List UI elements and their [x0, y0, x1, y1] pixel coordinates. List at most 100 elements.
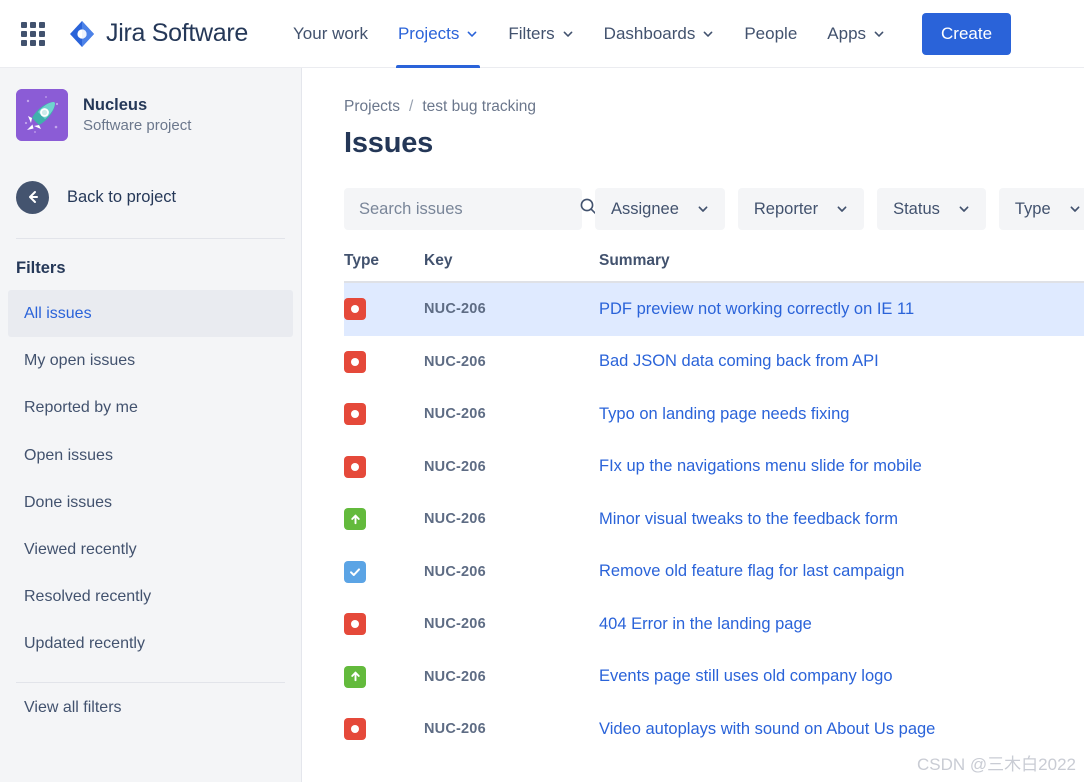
- chevron-down-icon: [873, 28, 885, 40]
- project-header[interactable]: Nucleus Software project: [0, 68, 301, 141]
- issues-table: Type Key Summary NUC-206 PDF preview not…: [344, 252, 1084, 756]
- table-row[interactable]: NUC-206 Remove old feature flag for last…: [344, 546, 1084, 599]
- sidebar-item-viewed-recently[interactable]: Viewed recently: [8, 526, 293, 573]
- filter-label: Assignee: [611, 199, 679, 218]
- sidebar-item-all-issues[interactable]: All issues: [8, 290, 293, 338]
- filter-dropdown-status[interactable]: Status: [877, 188, 986, 230]
- page-body: Nucleus Software project Back to project…: [0, 68, 1084, 782]
- issue-key: NUC-206: [424, 458, 486, 475]
- issue-type-bug-icon: [344, 298, 366, 321]
- nav-label: Apps: [827, 23, 867, 43]
- issue-summary-link[interactable]: 404 Error in the landing page: [599, 615, 812, 633]
- table-row[interactable]: NUC-206 FIx up the navigations menu slid…: [344, 441, 1084, 494]
- arrow-left-icon: [16, 180, 49, 214]
- chevron-down-icon: [836, 203, 848, 215]
- column-header-summary: Summary: [599, 252, 670, 269]
- breadcrumb-current-project[interactable]: test bug tracking: [422, 98, 536, 116]
- chevron-down-icon: [1069, 203, 1081, 215]
- main-nav-items: Your work Projects Filters Dashboards Pe…: [278, 0, 1012, 68]
- filter-dropdown-reporter[interactable]: Reporter: [737, 188, 865, 230]
- table-row[interactable]: NUC-206 404 Error in the landing page: [344, 598, 1084, 651]
- nav-label: Dashboards: [603, 23, 696, 43]
- filter-dropdown-assignee[interactable]: Assignee: [595, 188, 725, 230]
- nav-item-people[interactable]: People: [729, 0, 812, 68]
- issue-summary-link[interactable]: Minor visual tweaks to the feedback form: [599, 510, 898, 528]
- table-header-row: Type Key Summary: [344, 252, 1084, 283]
- column-header-key: Key: [424, 252, 453, 269]
- breadcrumb-separator: /: [409, 98, 414, 115]
- issue-type-task-icon: [344, 560, 366, 583]
- view-all-filters-link[interactable]: View all filters: [0, 683, 301, 717]
- issue-key: NUC-206: [424, 511, 486, 528]
- sidebar-filter-list: All issues My open issues Reported by me…: [0, 290, 301, 668]
- issue-type-bug-icon: [344, 350, 366, 373]
- issue-summary-link[interactable]: Typo on landing page needs fixing: [599, 405, 849, 423]
- table-row[interactable]: NUC-206 Minor visual tweaks to the feedb…: [344, 493, 1084, 546]
- nav-label: Your work: [293, 23, 368, 43]
- sidebar-item-reported-by-me[interactable]: Reported by me: [8, 384, 293, 431]
- issue-summary-link[interactable]: Remove old feature flag for last campaig…: [599, 562, 904, 580]
- nav-item-apps[interactable]: Apps: [812, 0, 900, 68]
- nav-item-projects[interactable]: Projects: [383, 0, 493, 68]
- table-row[interactable]: NUC-206 Typo on landing page needs fixin…: [344, 388, 1084, 441]
- issue-summary-link[interactable]: PDF preview not working correctly on IE …: [599, 300, 914, 318]
- jira-diamond-icon: [67, 19, 97, 49]
- nav-label: Filters: [508, 23, 555, 43]
- table-row[interactable]: NUC-206 Events page still uses old compa…: [344, 651, 1084, 704]
- chevron-down-icon: [697, 203, 709, 215]
- filter-label: Status: [893, 199, 940, 218]
- column-header-type: Type: [344, 252, 380, 269]
- nav-label: People: [744, 23, 798, 43]
- top-navigation-bar: Jira Software Your work Projects Filters…: [0, 0, 1084, 68]
- sidebar-item-resolved-recently[interactable]: Resolved recently: [8, 573, 293, 620]
- issue-key: NUC-206: [424, 721, 486, 738]
- project-name: Nucleus: [83, 95, 148, 114]
- create-button[interactable]: Create: [922, 12, 1012, 55]
- chevron-down-icon: [958, 203, 970, 215]
- issue-summary-link[interactable]: Events page still uses old company logo: [599, 667, 893, 685]
- jira-issues-page: Jira Software Your work Projects Filters…: [0, 0, 1084, 782]
- sidebar-item-updated-recently[interactable]: Updated recently: [8, 620, 293, 667]
- search-issues-box[interactable]: [344, 188, 597, 230]
- sidebar-item-open-issues[interactable]: Open issues: [8, 432, 293, 479]
- issue-type-bug-icon: [344, 613, 366, 636]
- issue-key: NUC-206: [424, 668, 486, 685]
- filter-label: Type: [1014, 199, 1051, 218]
- breadcrumb-projects[interactable]: Projects: [344, 98, 400, 116]
- nav-item-your-work[interactable]: Your work: [278, 0, 383, 68]
- nav-item-dashboards[interactable]: Dashboards: [589, 0, 730, 68]
- issue-summary-link[interactable]: Video autoplays with sound on About Us p…: [599, 720, 935, 738]
- filter-dropdown-type[interactable]: Type: [998, 188, 1084, 230]
- back-to-project-button[interactable]: Back to project: [0, 177, 301, 217]
- issues-filter-toolbar: Assignee Reporter Status: [344, 188, 1084, 230]
- back-to-project-label: Back to project: [67, 187, 177, 206]
- chevron-down-icon: [702, 28, 714, 40]
- nav-label: Projects: [397, 23, 460, 43]
- issue-type-bug-icon: [344, 718, 366, 741]
- grid-apps-icon[interactable]: [18, 19, 48, 49]
- chevron-down-icon: [562, 28, 574, 40]
- issue-summary-link[interactable]: Bad JSON data coming back from API: [599, 352, 879, 370]
- table-row[interactable]: NUC-206 PDF preview not working correctl…: [344, 283, 1084, 336]
- jira-software-logo[interactable]: Jira Software: [67, 19, 248, 49]
- issue-type-bug-icon: [344, 403, 366, 426]
- issue-key: NUC-206: [424, 406, 486, 423]
- sidebar-item-done-issues[interactable]: Done issues: [8, 479, 293, 526]
- page-title: Issues: [344, 127, 434, 159]
- filter-label: Reporter: [753, 199, 819, 218]
- project-sidebar: Nucleus Software project Back to project…: [0, 68, 302, 782]
- project-type: Software project: [83, 117, 192, 134]
- table-row[interactable]: NUC-206 Video autoplays with sound on Ab…: [344, 703, 1084, 756]
- issue-key: NUC-206: [424, 616, 486, 633]
- sidebar-section-title: Filters: [16, 259, 66, 277]
- issues-main-content: Projects / test bug tracking Issues Sear…: [302, 68, 1084, 782]
- issue-summary-link[interactable]: FIx up the navigations menu slide for mo…: [599, 457, 922, 475]
- brand-title: Jira Software: [106, 19, 248, 47]
- issue-type-bug-icon: [344, 455, 366, 478]
- sidebar-item-my-open-issues[interactable]: My open issues: [8, 337, 293, 384]
- issue-key: NUC-206: [424, 563, 486, 580]
- table-row[interactable]: NUC-206 Bad JSON data coming back from A…: [344, 336, 1084, 389]
- issue-type-story-icon: [344, 508, 366, 531]
- search-input[interactable]: [359, 199, 579, 219]
- nav-item-filters[interactable]: Filters: [493, 0, 588, 68]
